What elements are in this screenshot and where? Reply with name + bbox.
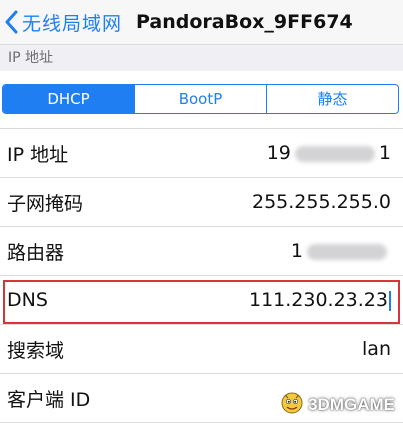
row-router: 路由器 1 [0,227,403,276]
watermark-logo: 3DMGAME [279,389,395,420]
ip-mode-segmented-control: DHCP BootP 静态 [2,84,399,114]
navigation-bar: 无线局域网 PandoraBox_9FF674 [0,0,403,45]
masked-blur [307,243,387,260]
back-button[interactable]: 无线局域网 [4,9,122,36]
ip-value-suffix: 1 [378,142,391,164]
mascot-icon [279,389,308,420]
settings-list: IP 地址 19 1 子网掩码 255.255.255.0 路由器 1 DNS 1… [0,129,403,423]
text-cursor [389,290,391,311]
row-label-router: 路由器 [7,241,65,264]
ip-value-prefix: 19 [266,142,291,164]
segment-bootp[interactable]: BootP [134,85,266,113]
back-label: 无线局域网 [22,12,123,35]
page-title: PandoraBox_9FF674 [136,11,353,33]
row-label-client-id: 客户端 ID [7,388,91,411]
search-domain-value[interactable]: lan [362,338,391,360]
row-subnet-mask: 子网掩码 255.255.255.0 [0,178,403,227]
ip-address-value: 19 1 [267,142,391,164]
row-dns: DNS 111.230.23.23 [0,276,403,325]
segment-container: DHCP BootP 静态 [0,71,403,129]
dns-value: 111.230.23.23 [248,289,388,311]
subnet-mask-value: 255.255.255.0 [251,191,391,213]
row-ip-address: IP 地址 19 1 [0,129,403,178]
row-search-domain: 搜索域 lan [0,325,403,374]
watermark-text: 3DMGAME [308,394,395,414]
router-value-prefix: 1 [290,240,303,262]
router-value: 1 [291,240,391,262]
row-label-search-domain: 搜索域 [7,339,65,362]
segment-dhcp[interactable]: DHCP [3,85,134,113]
chevron-left-icon [4,10,18,34]
section-header-ip: IP 地址 [0,45,403,71]
row-label-subnet: 子网掩码 [7,192,84,215]
row-label-ip: IP 地址 [7,143,69,166]
row-label-dns: DNS [7,289,48,311]
segment-static[interactable]: 静态 [266,85,398,113]
dns-input[interactable]: 111.230.23.23 [249,289,391,311]
masked-blur [294,145,375,162]
